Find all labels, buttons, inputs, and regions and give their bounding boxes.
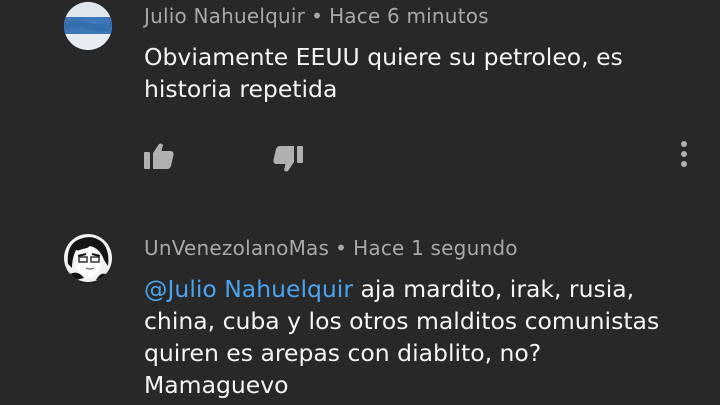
avatar[interactable]: [64, 2, 112, 50]
comment-meta: Julio Nahuelquir • Hace 6 minutos: [144, 4, 489, 28]
thumb-up-icon: [144, 143, 174, 169]
avatar-image: [64, 2, 112, 50]
avatar-image: [64, 234, 112, 282]
comment: UnVenezolanoMas • Hace 1 segundo @Julio Na…: [0, 228, 720, 405]
comment-text: @Julio Nahuelquir aja mardito, irak, rus…: [144, 273, 684, 401]
comment-time: Hace 6 minutos: [329, 4, 489, 28]
meta-separator: •: [311, 4, 324, 28]
author-name[interactable]: Julio Nahuelquir: [144, 4, 305, 28]
author-name[interactable]: UnVenezolanoMas: [144, 236, 329, 260]
thumb-down-icon: [273, 146, 303, 172]
more-vertical-icon: [681, 141, 687, 167]
more-options-button[interactable]: [666, 136, 702, 172]
comment-meta: UnVenezolanoMas • Hace 1 segundo: [144, 236, 518, 260]
avatar[interactable]: [64, 234, 112, 282]
like-button[interactable]: [141, 138, 177, 174]
comment: Julio Nahuelquir • Hace 6 minutos Obviamen…: [0, 0, 720, 200]
meta-separator: •: [335, 236, 348, 260]
user-mention-link[interactable]: @Julio Nahuelquir: [144, 275, 353, 303]
comment-time: Hace 1 segundo: [353, 236, 518, 260]
dislike-button[interactable]: [270, 141, 306, 177]
comment-text: Obviamente EEUU quiere su petroleo, es h…: [144, 43, 623, 103]
